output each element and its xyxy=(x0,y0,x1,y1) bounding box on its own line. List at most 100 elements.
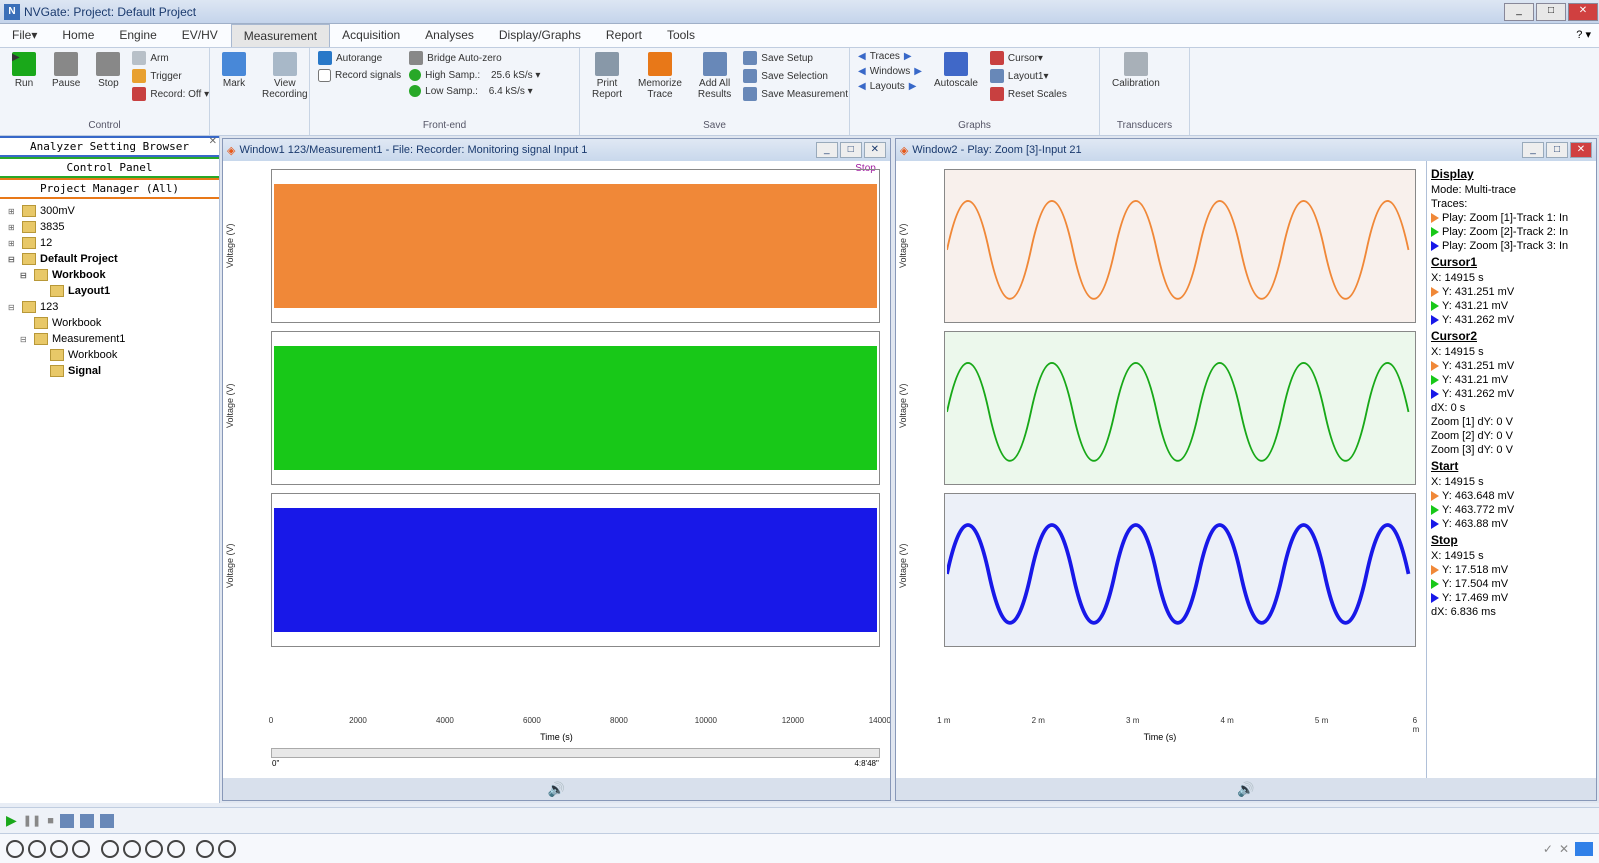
help-button[interactable]: ? ▾ xyxy=(1568,24,1599,47)
arm-button[interactable]: Arm xyxy=(130,50,211,66)
channel-dot[interactable] xyxy=(72,840,90,858)
stop-button[interactable]: Stop xyxy=(90,50,126,91)
print-report-button[interactable]: Print Report xyxy=(586,50,628,102)
x-axis-label: Time (s) xyxy=(896,732,1424,742)
maximize-button[interactable]: □ xyxy=(1536,3,1566,21)
menu-evhv[interactable]: EV/HV xyxy=(170,24,231,47)
channel-dot[interactable] xyxy=(218,840,236,858)
cursor-dropdown[interactable]: Cursor▾ xyxy=(988,50,1069,66)
window2-min-button[interactable]: _ xyxy=(1522,142,1544,158)
window1-max-button[interactable]: □ xyxy=(840,142,862,158)
pause-button[interactable]: Pause xyxy=(46,50,86,91)
tool-icon[interactable] xyxy=(60,814,74,828)
traces-nav[interactable]: ◀Traces▶ xyxy=(856,50,924,63)
tool-icon[interactable] xyxy=(80,814,94,828)
menu-home[interactable]: Home xyxy=(50,24,107,47)
tree-item[interactable]: ⊟Default Project xyxy=(4,251,215,267)
tree-item[interactable]: Workbook xyxy=(4,347,215,363)
stop-header: Stop xyxy=(1431,533,1592,547)
tree-item[interactable]: ⊟Workbook xyxy=(4,267,215,283)
info-row: Play: Zoom [2]-Track 2: In xyxy=(1431,225,1592,239)
bridge-icon xyxy=(409,51,423,65)
tree-item[interactable]: ⊟Measurement1 xyxy=(4,331,215,347)
autorange-button[interactable]: Autorange xyxy=(316,50,403,66)
window1-close-button[interactable]: ✕ xyxy=(864,142,886,158)
led-green-icon xyxy=(409,85,421,97)
window2-max-button[interactable]: □ xyxy=(1546,142,1568,158)
minimize-button[interactable]: _ xyxy=(1504,3,1534,21)
calibration-icon xyxy=(1124,52,1148,76)
tree-item[interactable]: ⊞12 xyxy=(4,235,215,251)
menu-displaygraphs[interactable]: Display/Graphs xyxy=(487,24,594,47)
analyzer-browser-header[interactable]: Analyzer Setting Browser xyxy=(0,136,219,157)
info-row: Play: Zoom [3]-Track 3: In xyxy=(1431,239,1592,253)
channel-dot[interactable] xyxy=(28,840,46,858)
window-title: NVGate: Project: Default Project xyxy=(24,5,1503,19)
play-icon[interactable]: ▶ xyxy=(6,812,17,829)
plot-area-2[interactable]: Voltage (V) Voltage (V) Voltage (V) 1 m2… xyxy=(896,161,1596,778)
layout-dropdown[interactable]: Layout1▾ xyxy=(988,68,1069,84)
autoscale-button[interactable]: Autoscale xyxy=(928,50,984,91)
stop-icon[interactable]: ■ xyxy=(47,815,54,827)
sound-bar[interactable]: 🔊 xyxy=(223,778,890,800)
tree-item[interactable]: Layout1 xyxy=(4,283,215,299)
channel-dot[interactable] xyxy=(6,840,24,858)
channel-dot[interactable] xyxy=(50,840,68,858)
calibration-button[interactable]: Calibration xyxy=(1106,50,1166,91)
menu-engine[interactable]: Engine xyxy=(107,24,169,47)
memorize-trace-button[interactable]: Memorize Trace xyxy=(632,50,688,102)
tree-item[interactable]: ⊞300mV xyxy=(4,203,215,219)
save-icon xyxy=(743,51,757,65)
panel-close-icon[interactable]: ✕ xyxy=(209,136,217,147)
save-setup-button[interactable]: Save Setup xyxy=(741,50,850,66)
window2-close-button[interactable]: ✕ xyxy=(1570,142,1592,158)
bridge-autozero-button[interactable]: Bridge Auto-zero xyxy=(407,50,542,66)
info-row: Y: 17.504 mV xyxy=(1431,577,1592,591)
record-signals-check[interactable]: Record signals xyxy=(316,68,403,83)
menu-file[interactable]: File▾ xyxy=(0,24,50,47)
record-dropdown[interactable]: Record: Off ▾ xyxy=(130,86,211,102)
reset-scales-button[interactable]: Reset Scales xyxy=(988,86,1069,102)
menu-analyses[interactable]: Analyses xyxy=(413,24,487,47)
tree-item[interactable]: Signal xyxy=(4,363,215,379)
save-measurement-button[interactable]: Save Measurement xyxy=(741,86,850,102)
trigger-button[interactable]: Trigger xyxy=(130,68,211,84)
layouts-nav[interactable]: ◀Layouts▶ xyxy=(856,80,924,93)
high-samp-dropdown[interactable]: High Samp.: 25.6 kS/s ▾ xyxy=(407,68,542,82)
low-samp-dropdown[interactable]: Low Samp.: 6.4 kS/s ▾ xyxy=(407,84,542,98)
view-recording-button[interactable]: View Recording xyxy=(256,50,314,102)
project-manager-header[interactable]: Project Manager (All) xyxy=(0,178,219,199)
windows-nav[interactable]: ◀Windows▶ xyxy=(856,65,924,78)
plot-area-1[interactable]: Stop Voltage (V) Voltage (V) Voltage (V)… xyxy=(223,161,890,778)
info-mode: Mode: Multi-trace xyxy=(1431,183,1592,197)
channel-dot[interactable] xyxy=(123,840,141,858)
menu-tools[interactable]: Tools xyxy=(655,24,708,47)
tree-item[interactable]: ⊟123 xyxy=(4,299,215,315)
mark-button[interactable]: Mark xyxy=(216,50,252,91)
group-graphs-label: Graphs xyxy=(856,118,1093,133)
channel-dot[interactable] xyxy=(101,840,119,858)
time-slider[interactable]: 0" 4:8'48" xyxy=(271,748,880,758)
status-close-icon[interactable]: ✕ xyxy=(1559,842,1569,856)
control-panel-header[interactable]: Control Panel xyxy=(0,157,219,178)
add-all-results-button[interactable]: Add All Results xyxy=(692,50,737,102)
sound-bar[interactable]: 🔊 xyxy=(896,778,1596,800)
channel-dot[interactable] xyxy=(196,840,214,858)
project-tree[interactable]: ⊞300mV⊞3835⊞12⊟Default Project⊟WorkbookL… xyxy=(0,199,219,803)
menu-report[interactable]: Report xyxy=(594,24,655,47)
tree-item[interactable]: ⊞3835 xyxy=(4,219,215,235)
menu-measurement[interactable]: Measurement xyxy=(231,24,330,47)
menu-acquisition[interactable]: Acquisition xyxy=(330,24,413,47)
channel-dot[interactable] xyxy=(167,840,185,858)
mark-icon xyxy=(222,52,246,76)
close-button[interactable]: ✕ xyxy=(1568,3,1598,21)
save-selection-button[interactable]: Save Selection xyxy=(741,68,850,84)
pause-label: Pause xyxy=(52,78,80,89)
tool-icon[interactable] xyxy=(100,814,114,828)
window1-min-button[interactable]: _ xyxy=(816,142,838,158)
channel-dot[interactable] xyxy=(145,840,163,858)
tree-item[interactable]: Workbook xyxy=(4,315,215,331)
run-button[interactable]: ▶Run xyxy=(6,50,42,91)
pause-icon[interactable]: ❚❚ xyxy=(23,814,41,827)
arrow-left-icon: ◀ xyxy=(858,66,866,77)
